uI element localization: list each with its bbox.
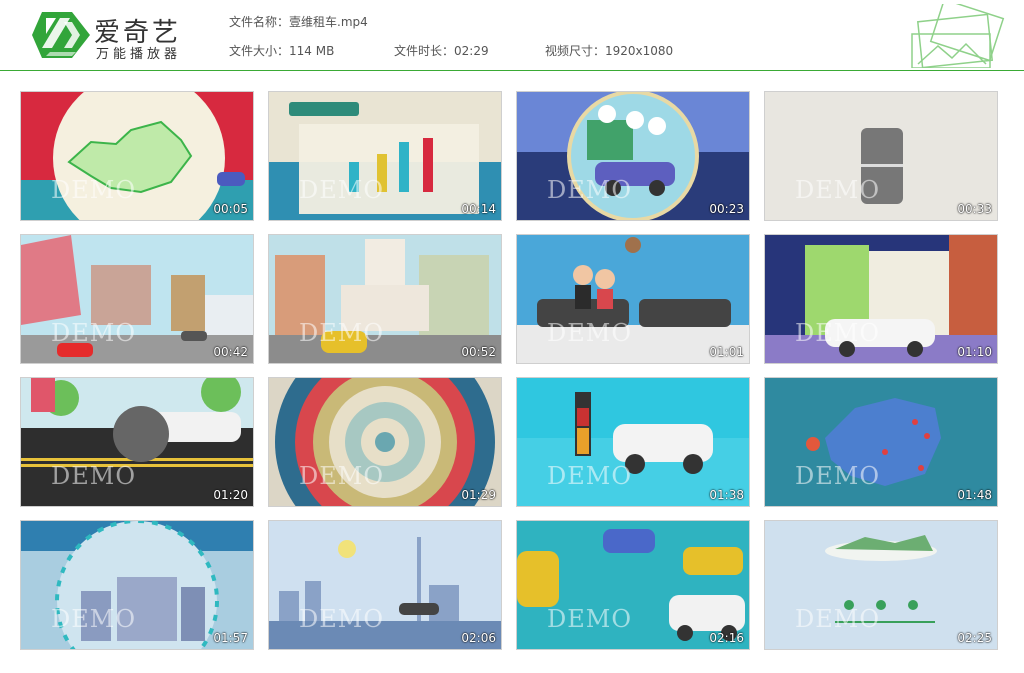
video-thumbnail[interactable]: DEMO 00:33 xyxy=(764,91,998,221)
demo-watermark: DEMO xyxy=(51,176,137,204)
demo-watermark: DEMO xyxy=(547,176,633,204)
video-thumbnail[interactable]: DEMO 01:01 xyxy=(516,234,750,364)
thumbnail-timestamp: 01:38 xyxy=(709,488,744,502)
video-resolution-value: 1920x1080 xyxy=(605,44,674,58)
thumbnail-timestamp: 00:52 xyxy=(461,345,496,359)
file-duration-value: 02:29 xyxy=(454,44,489,58)
video-thumbnail[interactable]: DEMO 00:52 xyxy=(268,234,502,364)
file-size-row: 文件大小：114 MB xyxy=(229,42,334,59)
thumbnail-timestamp: 01:57 xyxy=(213,631,248,645)
thumbnail-timestamp: 02:16 xyxy=(709,631,744,645)
video-resolution-label: 视频尺寸： xyxy=(545,44,606,58)
thumbnail-timestamp: 01:01 xyxy=(709,345,744,359)
file-duration-label: 文件时长： xyxy=(394,44,455,58)
video-thumbnail[interactable]: DEMO 02:06 xyxy=(268,520,502,650)
thumbnail-timestamp: 00:23 xyxy=(709,202,744,216)
thumbnail-timestamp: 02:06 xyxy=(461,631,496,645)
demo-watermark: DEMO xyxy=(547,605,633,633)
demo-watermark: DEMO xyxy=(51,462,137,490)
header: 爱奇艺 万能播放器 文件名称：壹维租车.mp4 文件大小：114 MB 文件时长… xyxy=(0,0,1024,71)
video-thumbnail[interactable]: DEMO 02:16 xyxy=(516,520,750,650)
thumbnail-timestamp: 02:25 xyxy=(957,631,992,645)
video-thumbnail[interactable]: DEMO 00:14 xyxy=(268,91,502,221)
demo-watermark: DEMO xyxy=(547,319,633,347)
video-thumbnail[interactable]: DEMO 02:25 xyxy=(764,520,998,650)
demo-watermark: DEMO xyxy=(51,319,137,347)
video-resolution-row: 视频尺寸：1920x1080 xyxy=(545,42,673,59)
video-thumbnail[interactable]: DEMO 01:48 xyxy=(764,377,998,507)
demo-watermark: DEMO xyxy=(547,462,633,490)
brand-subtitle: 万能播放器 xyxy=(96,47,182,62)
thumbnail-timestamp: 01:48 xyxy=(957,488,992,502)
thumbnail-timestamp: 00:05 xyxy=(213,202,248,216)
video-thumbnail[interactable]: DEMO 00:23 xyxy=(516,91,750,221)
demo-watermark: DEMO xyxy=(795,176,881,204)
file-size-value: 114 MB xyxy=(289,44,335,58)
thumbnail-timestamp: 01:20 xyxy=(213,488,248,502)
demo-watermark: DEMO xyxy=(299,605,385,633)
file-name-value: 壹维租车.mp4 xyxy=(289,15,368,29)
video-thumbnail[interactable]: DEMO 01:20 xyxy=(20,377,254,507)
file-size-label: 文件大小： xyxy=(229,44,290,58)
demo-watermark: DEMO xyxy=(51,605,137,633)
file-name-row: 文件名称：壹维租车.mp4 xyxy=(229,13,368,30)
demo-watermark: DEMO xyxy=(795,462,881,490)
video-thumbnail[interactable]: DEMO 01:38 xyxy=(516,377,750,507)
file-name-label: 文件名称： xyxy=(229,15,290,29)
file-duration-row: 文件时长：02:29 xyxy=(394,42,489,59)
thumbnail-timestamp: 00:14 xyxy=(461,202,496,216)
iqiyi-logo: 爱奇艺 万能播放器 xyxy=(32,10,192,62)
video-thumbnail[interactable]: DEMO 01:10 xyxy=(764,234,998,364)
demo-watermark: DEMO xyxy=(299,176,385,204)
thumbnail-timestamp: 00:33 xyxy=(957,202,992,216)
thumbnail-timestamp: 01:10 xyxy=(957,345,992,359)
video-thumbnail[interactable]: DEMO 00:42 xyxy=(20,234,254,364)
demo-watermark: DEMO xyxy=(795,605,881,633)
demo-watermark: DEMO xyxy=(795,319,881,347)
iqiyi-logo-icon xyxy=(32,12,90,58)
photo-stack-icon xyxy=(911,4,1005,68)
video-thumbnail[interactable]: DEMO 01:29 xyxy=(268,377,502,507)
video-thumbnail[interactable]: DEMO 01:57 xyxy=(20,520,254,650)
video-thumbnail[interactable]: DEMO 00:05 xyxy=(20,91,254,221)
demo-watermark: DEMO xyxy=(299,319,385,347)
thumbnail-timestamp: 00:42 xyxy=(213,345,248,359)
demo-watermark: DEMO xyxy=(299,462,385,490)
thumbnail-timestamp: 01:29 xyxy=(461,488,496,502)
